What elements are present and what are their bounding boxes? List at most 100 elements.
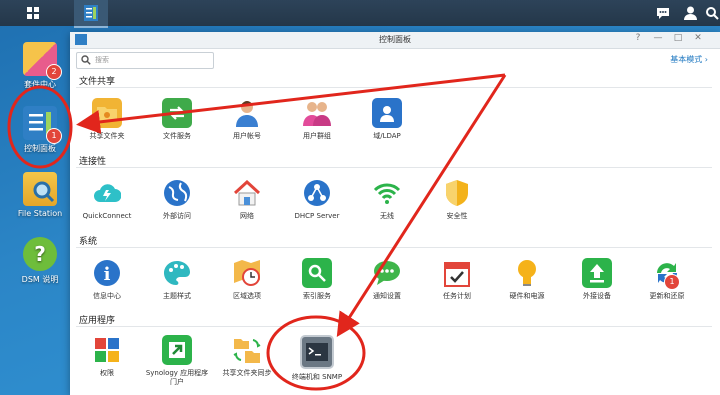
item-label: 共享文件夹同步 (222, 369, 272, 377)
item-user-account[interactable]: 用户帐号 (214, 98, 280, 141)
item-label: 无线 (380, 212, 394, 220)
item-label: QuickConnect (82, 212, 132, 220)
group-icon (302, 98, 332, 128)
svg-text:i: i (104, 264, 111, 285)
desktop-icon-label: File Station (17, 209, 63, 218)
item-external-access[interactable]: 外部访问 (144, 178, 210, 221)
item-label: 网络 (240, 212, 254, 220)
item-terminal-snmp[interactable]: 终端机和 SNMP (284, 335, 350, 382)
divider (76, 87, 712, 88)
desktop-icon-control-panel[interactable]: 1 控制面板 (8, 106, 72, 154)
item-label: 任务计划 (443, 292, 471, 300)
item-security[interactable]: 安全性 (424, 178, 490, 221)
item-label: 主题样式 (163, 292, 191, 300)
lightbulb-icon (512, 258, 542, 288)
window-title: 控制面板 (379, 35, 411, 44)
item-info-center[interactable]: i 信息中心 (74, 258, 140, 301)
item-app-portal[interactable]: Synology 应用程序门户 (144, 335, 210, 387)
item-user-group[interactable]: 用户群组 (284, 98, 350, 141)
close-button[interactable]: ✕ (692, 33, 704, 43)
item-label: 权限 (100, 369, 114, 377)
help-icon: ? (23, 237, 57, 271)
item-wireless[interactable]: 无线 (354, 178, 420, 221)
item-label: 共享文件夹 (89, 132, 125, 140)
main-menu-button[interactable] (20, 3, 46, 23)
calendar-check-icon (442, 258, 472, 288)
svg-text:?: ? (34, 242, 46, 266)
taskbar-control-panel-button[interactable] (74, 0, 108, 28)
divider (76, 167, 712, 168)
info-icon: i (92, 258, 122, 288)
home-network-icon (232, 178, 262, 208)
item-network[interactable]: 网络 (214, 178, 280, 221)
user-icon (232, 98, 262, 128)
item-update-restore[interactable]: 1 更新和还原 (634, 258, 700, 301)
item-label: 终端机和 SNMP (291, 373, 343, 381)
maximize-button[interactable]: □ (672, 33, 684, 43)
share-nodes-icon (302, 178, 332, 208)
item-label: 区域选项 (233, 292, 261, 300)
basic-mode-label: 基本模式 (670, 55, 703, 64)
item-label: 用户帐号 (233, 132, 261, 140)
desktop-icon-package-center[interactable]: 2 套件中心 (8, 42, 72, 90)
window-titlebar[interactable]: 控制面板 ? — □ ✕ (70, 32, 720, 49)
basic-mode-link[interactable]: 基本模式 › (670, 54, 708, 65)
upload-icon (582, 258, 612, 288)
item-file-services[interactable]: 文件服务 (144, 98, 210, 141)
grid-icon (27, 7, 39, 19)
item-task-scheduler[interactable]: 任务计划 (424, 258, 490, 301)
shared-folder-icon (92, 98, 122, 128)
item-label: 通知设置 (373, 292, 401, 300)
file-services-icon (162, 98, 192, 128)
search-field[interactable]: 搜索 (76, 52, 214, 69)
item-label: 安全性 (446, 212, 468, 220)
package-center-badge: 2 (46, 64, 62, 80)
section-title-file-sharing: 文件共享 (79, 77, 116, 87)
item-privileges[interactable]: 权限 (74, 335, 140, 378)
item-label: 外接设备 (583, 292, 611, 300)
update-badge: 1 (664, 274, 680, 290)
item-external-devices[interactable]: 外接设备 (564, 258, 630, 301)
wifi-icon (372, 178, 402, 208)
palette-icon (162, 258, 192, 288)
chat-icon[interactable] (654, 4, 672, 22)
minimize-button[interactable]: — (652, 33, 664, 43)
item-regional-options[interactable]: 区域选项 (214, 258, 280, 301)
desktop-icon-dsm-help[interactable]: ? DSM 说明 (8, 237, 72, 285)
item-label: 硬件和电源 (509, 292, 545, 300)
desktop-icon-label: 控制面板 (24, 144, 56, 153)
user-icon[interactable] (681, 4, 699, 22)
item-domain-ldap[interactable]: 域/LDAP (354, 98, 420, 141)
item-label: 域/LDAP (373, 132, 401, 140)
search-icon[interactable] (703, 4, 720, 22)
section-title-system: 系统 (79, 237, 98, 247)
desktop-icon-label: DSM 说明 (21, 275, 59, 284)
taskbar (0, 0, 720, 28)
section-title-connectivity: 连接性 (79, 157, 107, 167)
chevron-right-icon: › (704, 55, 708, 64)
item-indexing-service[interactable]: 索引服务 (284, 258, 350, 301)
package-center-icon: 2 (23, 42, 62, 80)
help-button[interactable]: ? (632, 33, 644, 43)
item-label: 信息中心 (93, 292, 121, 300)
search-icon (81, 55, 91, 65)
map-clock-icon (232, 258, 262, 288)
item-notification[interactable]: 通知设置 (354, 258, 420, 301)
item-hardware-power[interactable]: 硬件和电源 (494, 258, 560, 301)
speech-bubble-icon (372, 258, 402, 288)
item-dhcp-server[interactable]: DHCP Server (284, 178, 350, 221)
item-theme[interactable]: 主题样式 (144, 258, 210, 301)
desktop-icon-file-station[interactable]: File Station (8, 172, 72, 218)
privileges-grid-icon (92, 335, 122, 365)
item-quickconnect[interactable]: QuickConnect (74, 178, 140, 221)
item-label: Synology 应用程序门户 (145, 369, 209, 386)
item-label: 用户群组 (303, 132, 331, 140)
divider (76, 247, 712, 248)
divider (76, 326, 712, 327)
item-label: DHCP Server (294, 212, 340, 220)
section-title-applications: 应用程序 (79, 316, 116, 326)
desktop-icon-label: 套件中心 (24, 80, 56, 89)
item-shared-folder-sync[interactable]: 共享文件夹同步 (214, 335, 280, 378)
search-doc-icon (302, 258, 332, 288)
item-shared-folder[interactable]: 共享文件夹 (74, 98, 140, 141)
